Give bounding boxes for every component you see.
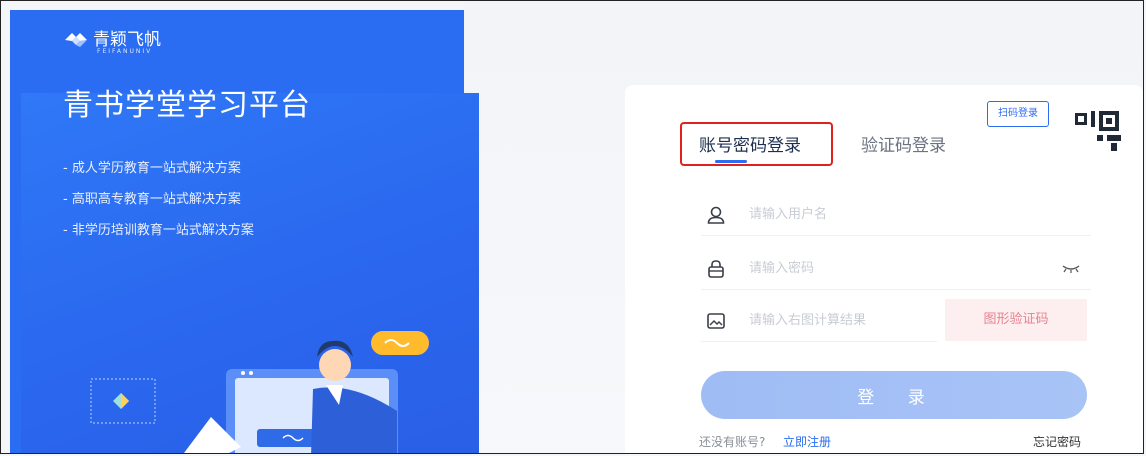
brand-name: 青颖飞帆 (93, 29, 161, 50)
password-input[interactable] (747, 255, 971, 281)
feature-item: - 非学历培训教育一站式解决方案 (63, 223, 254, 238)
feature-item: - 成人学历教育一站式解决方案 (63, 161, 241, 176)
platform-title: 青书学堂学习平台 (63, 88, 311, 123)
tab-code-login[interactable]: 验证码登录 (861, 135, 946, 157)
user-icon (707, 206, 725, 224)
lock-icon (708, 260, 724, 278)
brand-subname: FEIFANUNIV (97, 48, 153, 55)
login-page: 青颖飞帆 FEIFANUNIV 青书学堂学习平台 - 成人学历教育一站式解决方案… (0, 0, 1144, 454)
brand-logo-icon (65, 33, 87, 47)
qr-code-icon[interactable] (1067, 105, 1125, 157)
username-input[interactable] (747, 201, 971, 227)
eye-closed-icon[interactable] (1061, 261, 1081, 275)
captcha-field (701, 301, 971, 342)
no-account-text: 还没有账号? (699, 435, 766, 449)
register-link[interactable]: 立即注册 (783, 433, 831, 450)
password-field (701, 249, 1091, 290)
brand-logo: 青颖飞帆 FEIFANUNIV (63, 29, 161, 55)
captcha-input[interactable] (747, 307, 971, 333)
highlight-box (680, 122, 833, 166)
feature-list: - 成人学历教育一站式解决方案 - 高职高专教育一站式解决方案 - 非学历培训教… (63, 153, 254, 246)
captcha-image[interactable]: 图形验证码 (945, 299, 1087, 341)
qr-login-tip[interactable]: 扫码登录 (987, 101, 1049, 127)
username-field (701, 195, 1091, 236)
illustration (90, 331, 429, 453)
image-captcha-icon (707, 313, 725, 329)
login-button[interactable]: 登 录 (701, 371, 1087, 419)
forgot-password-link[interactable]: 忘记密码 (1033, 433, 1081, 450)
feature-item: - 高职高专教育一站式解决方案 (63, 192, 241, 207)
